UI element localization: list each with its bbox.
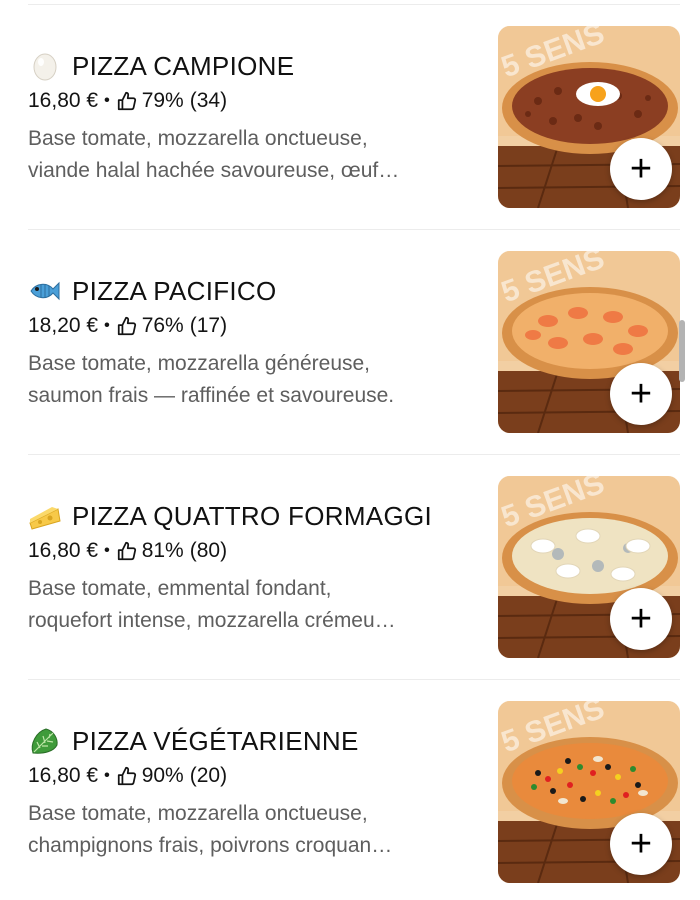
rating-count: (17) [189, 314, 228, 337]
menu-list: PIZZA CAMPIONE 16,80 € • 79% (34) Base t… [0, 5, 700, 900]
item-meta: 16,80 € • 81% (80) [28, 537, 468, 565]
item-price: 16,80 € [28, 89, 99, 112]
item-description: Base tomate, mozzarella onctueuse, champ… [28, 798, 468, 862]
add-button[interactable]: + [610, 363, 672, 425]
description-line: roquefort intense, mozzarella crémeu… [28, 609, 396, 632]
thumbs-up-icon [117, 91, 136, 111]
rating-count: (20) [189, 764, 228, 787]
menu-item-pacifico[interactable]: PIZZA PACIFICO 18,20 € • 76% (17) Base t… [28, 230, 680, 455]
add-button[interactable]: + [610, 138, 672, 200]
description-line: Base tomate, emmental fondant, [28, 577, 332, 600]
thumbs-up-icon [117, 316, 136, 336]
add-button[interactable]: + [610, 588, 672, 650]
rating-count: (80) [189, 539, 228, 562]
item-text: PIZZA VÉGÉTARIENNE 16,80 € • 90% (20) Ba… [28, 724, 468, 862]
description-line: Base tomate, mozzarella onctueuse, [28, 127, 368, 150]
menu-item-campione[interactable]: PIZZA CAMPIONE 16,80 € • 79% (34) Base t… [28, 5, 680, 230]
item-text: PIZZA CAMPIONE 16,80 € • 79% (34) Base t… [28, 49, 468, 187]
separator: • [104, 92, 110, 109]
egg-icon [33, 53, 57, 81]
rating-percent: 79% [141, 89, 184, 112]
menu-item-quattro-formaggi[interactable]: PIZZA QUATTRO FORMAGGI 16,80 € • 81% (80… [28, 455, 680, 680]
rating-count: (34) [189, 89, 228, 112]
description-line: champignons frais, poivrons croquan… [28, 834, 393, 857]
pizza-image[interactable]: 5 SENS + [498, 26, 680, 208]
description-line: Base tomate, mozzarella généreuse, [28, 352, 371, 375]
item-name: PIZZA VÉGÉTARIENNE [72, 725, 359, 756]
add-button[interactable]: + [610, 813, 672, 875]
item-price: 16,80 € [28, 764, 99, 787]
rating-percent: 90% [141, 764, 184, 787]
fish-icon [30, 281, 60, 301]
cheese-icon [29, 507, 61, 530]
item-name: PIZZA CAMPIONE [72, 50, 295, 81]
item-meta: 16,80 € • 79% (34) [28, 87, 468, 115]
description-line: saumon frais — raffinée et savoureuse. [28, 384, 395, 407]
separator: • [104, 542, 110, 559]
rating-percent: 76% [141, 314, 184, 337]
description-line: Base tomate, mozzarella onctueuse, [28, 802, 368, 825]
item-description: Base tomate, mozzarella généreuse, saumo… [28, 348, 468, 412]
pizza-image[interactable]: 5 SENS + [498, 251, 680, 433]
separator: • [104, 317, 110, 334]
item-meta: 16,80 € • 90% (20) [28, 762, 468, 790]
item-title: PIZZA CAMPIONE [28, 49, 468, 83]
item-text: PIZZA QUATTRO FORMAGGI 16,80 € • 81% (80… [28, 499, 468, 637]
description-line: viande halal hachée savoureuse, œuf… [28, 159, 400, 182]
item-meta: 18,20 € • 76% (17) [28, 312, 468, 340]
separator: • [104, 767, 110, 784]
pizza-image[interactable]: 5 SENS + [498, 701, 680, 883]
lettuce-icon [31, 728, 58, 754]
item-price: 18,20 € [28, 314, 99, 337]
menu-page: PIZZA CAMPIONE 16,80 € • 79% (34) Base t… [0, 0, 700, 900]
pizza-image[interactable]: 5 SENS + [498, 476, 680, 658]
item-title: PIZZA PACIFICO [28, 274, 468, 308]
item-title: PIZZA QUATTRO FORMAGGI [28, 499, 468, 533]
item-description: Base tomate, mozzarella onctueuse, viand… [28, 123, 468, 187]
rating-percent: 81% [141, 539, 184, 562]
menu-item-vegetarienne[interactable]: PIZZA VÉGÉTARIENNE 16,80 € • 90% (20) Ba… [28, 680, 680, 900]
item-title: PIZZA VÉGÉTARIENNE [28, 724, 468, 758]
item-name: PIZZA QUATTRO FORMAGGI [72, 500, 433, 531]
item-text: PIZZA PACIFICO 18,20 € • 76% (17) Base t… [28, 274, 468, 412]
item-name: PIZZA PACIFICO [72, 275, 277, 306]
scrollbar[interactable] [679, 320, 685, 382]
item-price: 16,80 € [28, 539, 99, 562]
thumbs-up-icon [117, 766, 136, 786]
thumbs-up-icon [117, 541, 136, 561]
item-description: Base tomate, emmental fondant, roquefort… [28, 573, 468, 637]
